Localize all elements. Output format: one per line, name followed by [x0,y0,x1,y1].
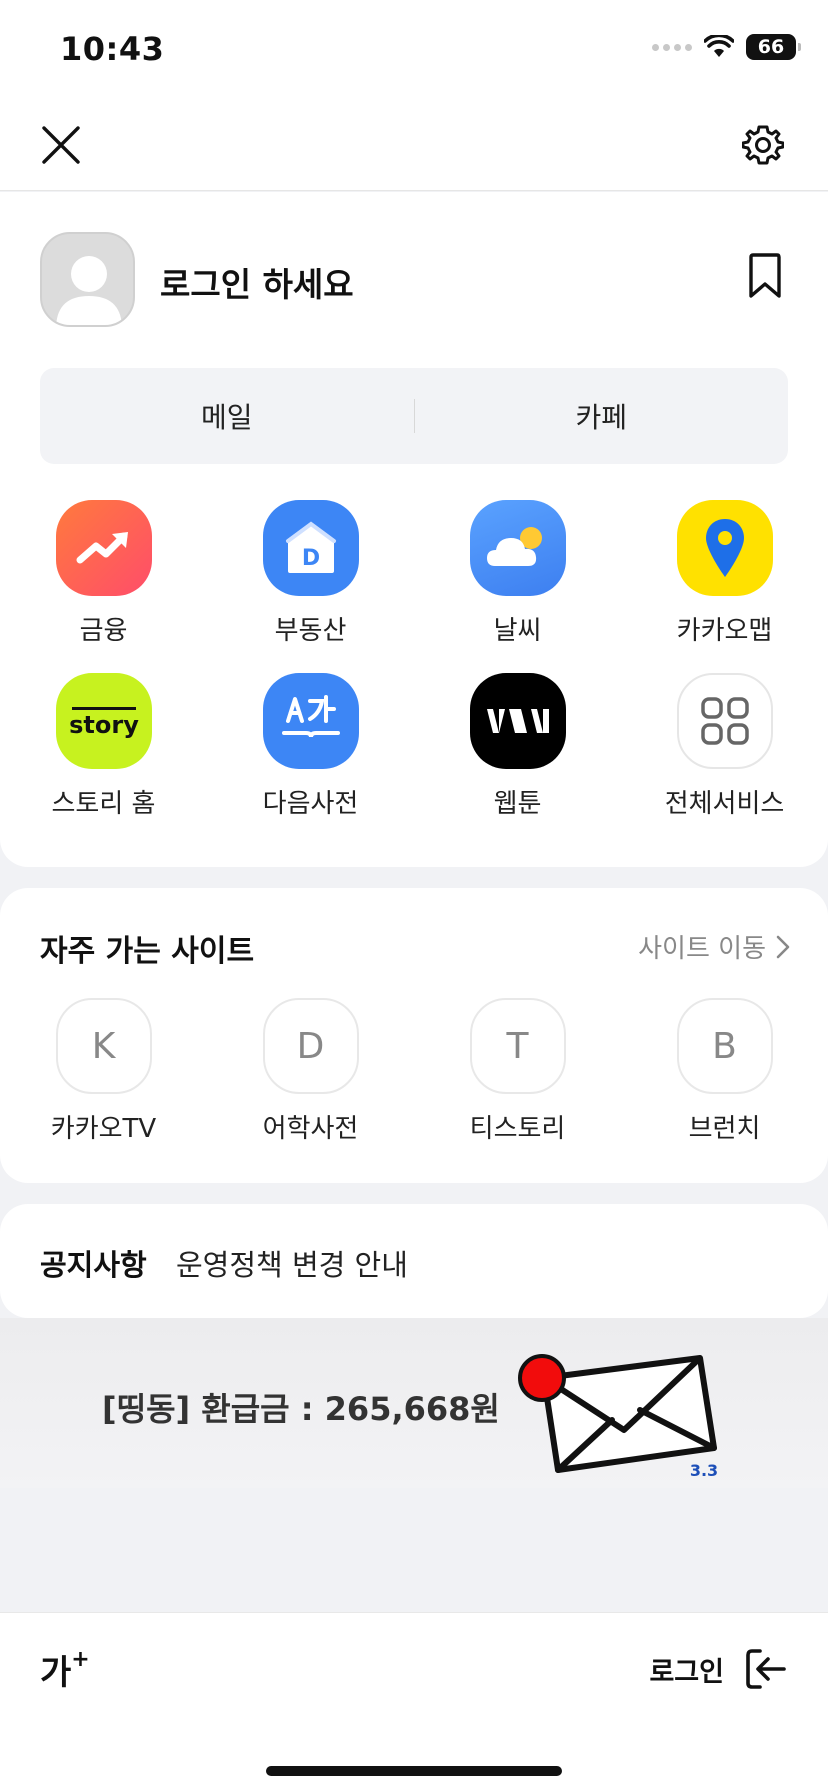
finance-icon [55,500,152,596]
notice-text[interactable]: 운영정책 변경 안내 [176,1242,408,1284]
site-letter-icon: T [469,998,566,1094]
ad-text: [띵동] 환급금 : 265,668원 [102,1390,500,1428]
envelope-icon: 3.3 [518,1354,718,1478]
service-label: 부동산 [274,616,347,646]
site-label: 티스토리 [469,1114,566,1144]
service-label: 웹툰 [493,789,542,819]
service-grid: 금융 D 부동산 날씨 카카오맵 story 스토리 홈 다음사전 웹툰 전체서… [0,500,828,820]
notice-card[interactable]: 공지사항 운영정책 변경 안내 [0,1204,828,1318]
site-grid: K 카카오TV D 어학사전 T 티스토리 B 브런치 [0,998,828,1145]
webtoon-icon [469,673,566,769]
mail-link[interactable]: 메일 [40,396,414,436]
service-label: 카카오맵 [676,616,773,646]
bookmark-button[interactable] [740,250,790,302]
quick-links-bar: 메일 카페 [40,368,788,464]
font-size-button[interactable]: 가+ [40,1645,90,1694]
site-item[interactable]: K 카카오TV [0,998,207,1145]
site-label: 카카오TV [50,1114,157,1144]
site-letter-icon: B [676,998,773,1094]
cafe-link[interactable]: 카페 [415,396,789,436]
site-item[interactable]: T 티스토리 [414,998,621,1145]
real-estate-icon: D [262,500,359,596]
avatar[interactable] [40,232,135,327]
kakao-map-icon [676,500,773,596]
svg-text:D: D [301,546,319,571]
gear-icon [742,125,784,165]
home-indicator [266,1766,562,1776]
service-finance[interactable]: 금융 [0,500,207,647]
service-weather[interactable]: 날씨 [414,500,621,647]
service-kakao-map[interactable]: 카카오맵 [621,500,828,647]
svg-text:story: story [69,711,139,739]
service-label: 날씨 [493,616,542,646]
service-dictionary[interactable]: 다음사전 [207,673,414,820]
bookmark-icon [749,253,781,298]
bottom-bar: 가+ 로그인 [0,1612,828,1792]
services-card: 로그인 하세요 메일 카페 금융 D 부동산 날씨 카카오맵 story 스토리… [0,192,828,867]
service-label: 금융 [79,616,128,646]
plus-icon: + [71,1646,90,1672]
chevron-right-icon [776,935,790,958]
status-bar: 10:43 66 [0,0,828,96]
site-item[interactable]: B 브런치 [621,998,828,1145]
service-label: 다음사전 [262,789,359,819]
status-icons: 66 [652,34,801,60]
site-label: 브런치 [688,1114,761,1144]
weather-icon [469,500,566,596]
site-label: 어학사전 [262,1114,359,1144]
battery-indicator: 66 [746,34,801,60]
notice-title: 공지사항 [40,1248,147,1282]
site-letter-icon: K [55,998,152,1094]
top-nav [0,96,828,191]
frequent-sites-card: 자주 가는 사이트 사이트 이동 K 카카오TV D 어학사전 T 티스토리 B… [0,888,828,1183]
settings-button[interactable] [740,122,786,168]
service-label: 스토리 홈 [51,789,156,819]
login-button[interactable]: 로그인 [649,1647,788,1691]
site-move-label: 사이트 이동 [638,934,766,964]
service-all[interactable]: 전체서비스 [621,673,828,820]
ad-badge: 3.3 [690,1461,718,1478]
default-avatar-icon [56,256,122,325]
status-time: 10:43 [60,30,165,68]
ad-banner[interactable]: [띵동] 환급금 : 265,668원 3.3 [0,1318,828,1488]
section-title: 자주 가는 사이트 [40,934,255,969]
dictionary-icon [262,673,359,769]
all-services-icon [676,673,773,769]
close-icon [42,126,80,164]
close-button[interactable] [38,122,84,168]
site-move-link[interactable]: 사이트 이동 [638,928,790,965]
story-icon: story [55,673,152,769]
wifi-icon [704,35,734,57]
service-real-estate[interactable]: D 부동산 [207,500,414,647]
signal-icon [652,43,692,51]
service-story-home[interactable]: story 스토리 홈 [0,673,207,820]
service-label: 전체서비스 [664,789,785,819]
service-webtoon[interactable]: 웹툰 [414,673,621,820]
login-prompt[interactable]: 로그인 하세요 [160,258,354,306]
login-label: 로그인 [649,1656,724,1688]
login-arrow-icon [746,1649,786,1689]
site-letter-icon: D [262,998,359,1094]
site-item[interactable]: D 어학사전 [207,998,414,1145]
font-size-label: 가 [40,1653,72,1693]
